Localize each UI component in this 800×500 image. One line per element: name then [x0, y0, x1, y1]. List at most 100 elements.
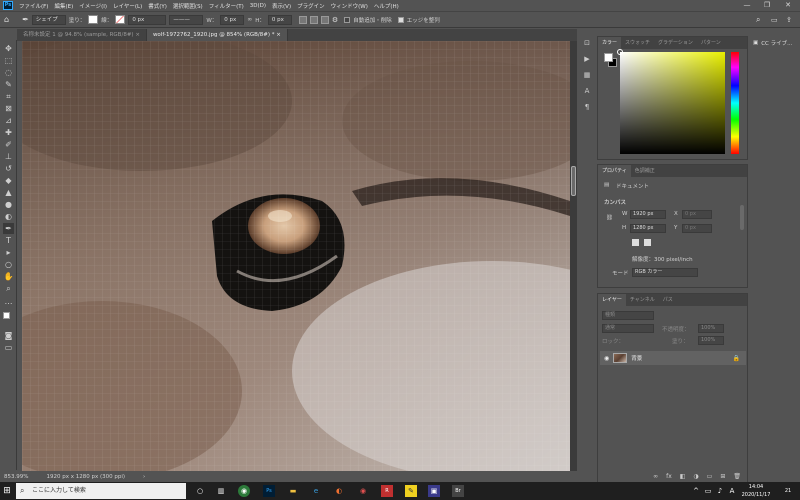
tab-untitled-1[interactable]: 名称未設定 1 @ 94.8% (sample, RGB/8#) ×	[17, 29, 147, 41]
lasso-tool-icon[interactable]: ◌	[3, 67, 14, 78]
color-swatches-icon[interactable]	[3, 312, 14, 323]
tab-paths[interactable]: パス	[659, 294, 677, 306]
character-panel-icon[interactable]: A	[582, 86, 592, 96]
portrait-icon[interactable]	[632, 239, 639, 246]
scroll-thumb[interactable]	[571, 166, 576, 196]
gear-icon[interactable]: ⚙	[332, 16, 338, 24]
tab-swatches[interactable]: スウォッチ	[621, 37, 654, 49]
tab-color[interactable]: カラー	[598, 37, 622, 49]
canvas-y-field[interactable]: 0 px	[682, 224, 712, 233]
stroke-type-select[interactable]: ———	[169, 14, 204, 25]
canvas-x-field[interactable]: 0 px	[682, 210, 712, 219]
properties-scrollbar[interactable]	[740, 205, 744, 230]
menu-window[interactable]: ウィンドウ(W)	[328, 2, 371, 10]
canvas-width-field[interactable]: 1920 px	[630, 210, 666, 219]
canvas-height-field[interactable]: 1280 px	[630, 224, 666, 233]
taskbar-clock[interactable]: 14:04 2020/11/17	[736, 483, 776, 499]
app-icon-blue[interactable]: ▣	[428, 485, 440, 497]
link-layers-icon[interactable]: ∞	[653, 473, 658, 480]
fill-opacity-field[interactable]: 100%	[698, 336, 724, 345]
windows-start-icon[interactable]: ⊞	[0, 482, 14, 500]
new-group-icon[interactable]: ▭	[707, 473, 713, 480]
blur-tool-icon[interactable]: ●	[3, 199, 14, 210]
blend-mode-select[interactable]: 通常	[602, 324, 654, 333]
tab-patterns[interactable]: パターン	[697, 37, 725, 49]
history-panel-icon[interactable]: ⊡	[582, 38, 592, 48]
more-tools-icon[interactable]: ⋯	[3, 298, 14, 309]
path-alignment-icon[interactable]	[309, 15, 318, 24]
cortana-icon[interactable]: ○	[194, 485, 206, 497]
file-explorer-icon[interactable]: ▬	[287, 485, 299, 497]
menu-filter[interactable]: フィルター(T)	[206, 2, 247, 10]
taskbar-search-box[interactable]: ⌕ ここに入力して検索	[16, 483, 186, 499]
history-brush-tool-icon[interactable]: ↺	[3, 163, 14, 174]
firefox-icon[interactable]: ◐	[333, 485, 345, 497]
close-window-button[interactable]: ✕	[779, 0, 797, 11]
tab-properties[interactable]: プロパティ	[598, 165, 631, 177]
stroke-width-field[interactable]: 0 px	[128, 14, 167, 25]
menu-edit[interactable]: 編集(E)	[51, 2, 76, 10]
brush-tool-icon[interactable]: ✐	[3, 139, 14, 150]
zoom-tool-icon[interactable]: ⌕	[3, 283, 14, 294]
app-icon-red[interactable]: ◉	[357, 485, 369, 497]
layer-name[interactable]: 背景	[631, 354, 642, 362]
layer-row-background[interactable]: ◉ 背景 🔒	[600, 351, 746, 365]
pen-tool-button-icon[interactable]: ✒	[3, 223, 14, 234]
h-field[interactable]: 0 px	[267, 14, 292, 25]
actions-panel-icon[interactable]: ▶	[582, 54, 592, 64]
fill-swatch[interactable]	[88, 15, 99, 24]
align-edges-checkbox[interactable]	[397, 16, 404, 23]
tab-adjustments[interactable]: 色調補正	[631, 165, 659, 177]
w-field[interactable]: 0 px	[220, 14, 245, 25]
dodge-tool-icon[interactable]: ◐	[3, 211, 14, 222]
marquee-tool-icon[interactable]: ⬚	[3, 55, 14, 66]
crop-tool-icon[interactable]: ⌗	[3, 91, 14, 102]
healing-brush-tool-icon[interactable]: ✚	[3, 127, 14, 138]
stroke-swatch[interactable]	[115, 15, 126, 24]
new-layer-icon[interactable]: ⊞	[720, 473, 725, 480]
eraser-tool-icon[interactable]: ◆	[3, 175, 14, 186]
sticky-notes-icon[interactable]: ✎	[405, 485, 417, 497]
auto-add-delete-checkbox[interactable]	[344, 16, 351, 23]
document-canvas[interactable]	[22, 41, 570, 471]
share-icon[interactable]: ⇪	[786, 16, 792, 24]
vertical-scrollbar[interactable]	[570, 41, 577, 471]
photoshop-taskbar-icon[interactable]: Ps	[263, 485, 275, 497]
gradient-tool-icon[interactable]: ▲	[3, 187, 14, 198]
edge-icon[interactable]: e	[310, 485, 322, 497]
type-tool-icon[interactable]: T	[3, 235, 14, 246]
frame-tool-icon[interactable]: ⊠	[3, 103, 14, 114]
tab-wolf-image[interactable]: wolf-1972762_1920.jpg @ 854% (RGB/8#) * …	[146, 29, 288, 41]
network-icon[interactable]: ▭	[702, 485, 714, 497]
menu-layer[interactable]: レイヤー(L)	[110, 2, 145, 10]
add-mask-icon[interactable]: ◧	[680, 473, 686, 480]
path-arrangement-icon[interactable]	[320, 15, 329, 24]
tab-gradients[interactable]: グラデーション	[654, 37, 697, 49]
menu-type[interactable]: 書式(Y)	[145, 2, 170, 10]
home-icon[interactable]: ⌂	[4, 15, 9, 24]
visibility-eye-icon[interactable]: ◉	[604, 355, 609, 362]
trash-icon[interactable]: 🗑	[733, 473, 741, 480]
tab-layers[interactable]: レイヤー	[598, 294, 626, 306]
opacity-field[interactable]: 100%	[698, 324, 724, 333]
stamp-tool-icon[interactable]: ⊥	[3, 151, 14, 162]
paragraph-panel-icon[interactable]: ¶	[582, 102, 592, 112]
menu-3d[interactable]: 3D(D)	[247, 3, 269, 9]
app-icon-br[interactable]: Br	[452, 485, 464, 497]
layer-kind-filter[interactable]: 種類	[602, 311, 654, 320]
app-icon-r[interactable]: R	[381, 485, 393, 497]
search-icon[interactable]: ⌕	[756, 15, 760, 25]
brush-panel-icon[interactable]: ▦	[582, 70, 592, 80]
color-field[interactable]	[617, 49, 725, 154]
cc-libraries-panel-button[interactable]: ▣ CC ライブ...	[750, 36, 800, 50]
tool-mode-select[interactable]: シェイプ	[31, 14, 66, 25]
pen-tool-icon[interactable]: ✒	[22, 15, 29, 24]
path-operations-icon[interactable]	[298, 15, 307, 24]
minimize-button[interactable]: —	[738, 0, 756, 11]
hue-slider[interactable]	[731, 52, 739, 154]
link-dimensions-icon[interactable]: ⛓	[606, 215, 613, 221]
landscape-icon[interactable]	[644, 239, 651, 246]
foreground-color-swatch[interactable]	[604, 53, 613, 62]
color-mode-select[interactable]: RGB カラー	[632, 268, 698, 277]
zoom-level[interactable]: 853.99%	[4, 474, 28, 480]
